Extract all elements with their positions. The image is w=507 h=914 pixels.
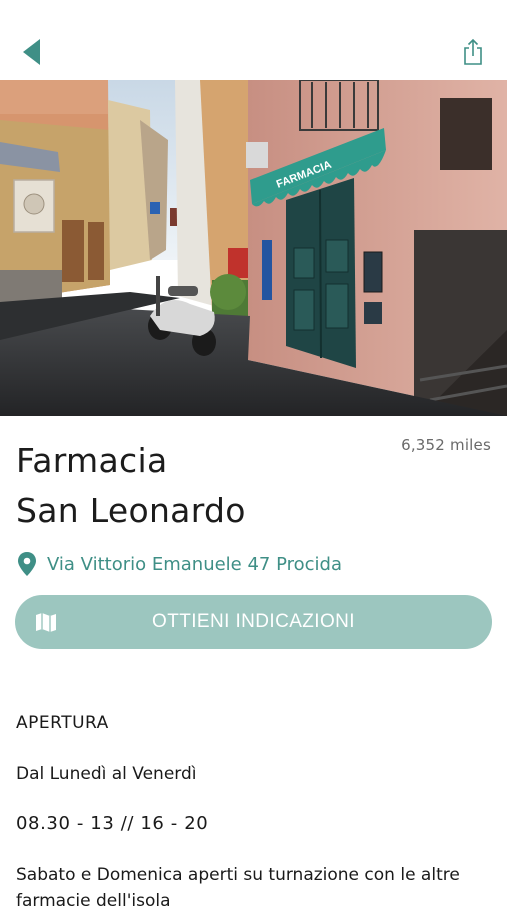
pharmacy-photo: FARMACIA bbox=[0, 80, 507, 416]
get-directions-label: OTTIENI INDICAZIONI bbox=[152, 611, 355, 632]
share-button[interactable] bbox=[460, 38, 486, 66]
hours-heading: APERTURA bbox=[16, 713, 109, 733]
pharmacy-name: Farmacia San Leonardo bbox=[16, 436, 376, 536]
hours-days: Dal Lunedì al Venerdì bbox=[16, 764, 197, 784]
hours-times: 08.30 - 13 // 16 - 20 bbox=[16, 813, 209, 834]
address-text: Via Vittorio Emanuele 47 Procida bbox=[47, 553, 343, 575]
pharmacy-name-line2: San Leonardo bbox=[16, 491, 246, 530]
back-button[interactable] bbox=[18, 36, 50, 68]
back-arrow-icon bbox=[23, 39, 40, 65]
share-icon bbox=[464, 38, 482, 65]
opening-hours: APERTURA Dal Lunedì al Venerdì 08.30 - 1… bbox=[16, 712, 496, 914]
address-link[interactable]: Via Vittorio Emanuele 47 Procida bbox=[16, 549, 342, 579]
top-bar bbox=[0, 0, 507, 80]
map-pin-icon bbox=[18, 552, 36, 576]
pharmacy-name-line1: Farmacia bbox=[16, 441, 168, 480]
hours-weekend-note: Sabato e Domenica aperti su turnazione c… bbox=[16, 865, 460, 911]
get-directions-button[interactable]: OTTIENI INDICAZIONI bbox=[15, 595, 492, 649]
distance-label: 6,352 miles bbox=[401, 436, 491, 454]
